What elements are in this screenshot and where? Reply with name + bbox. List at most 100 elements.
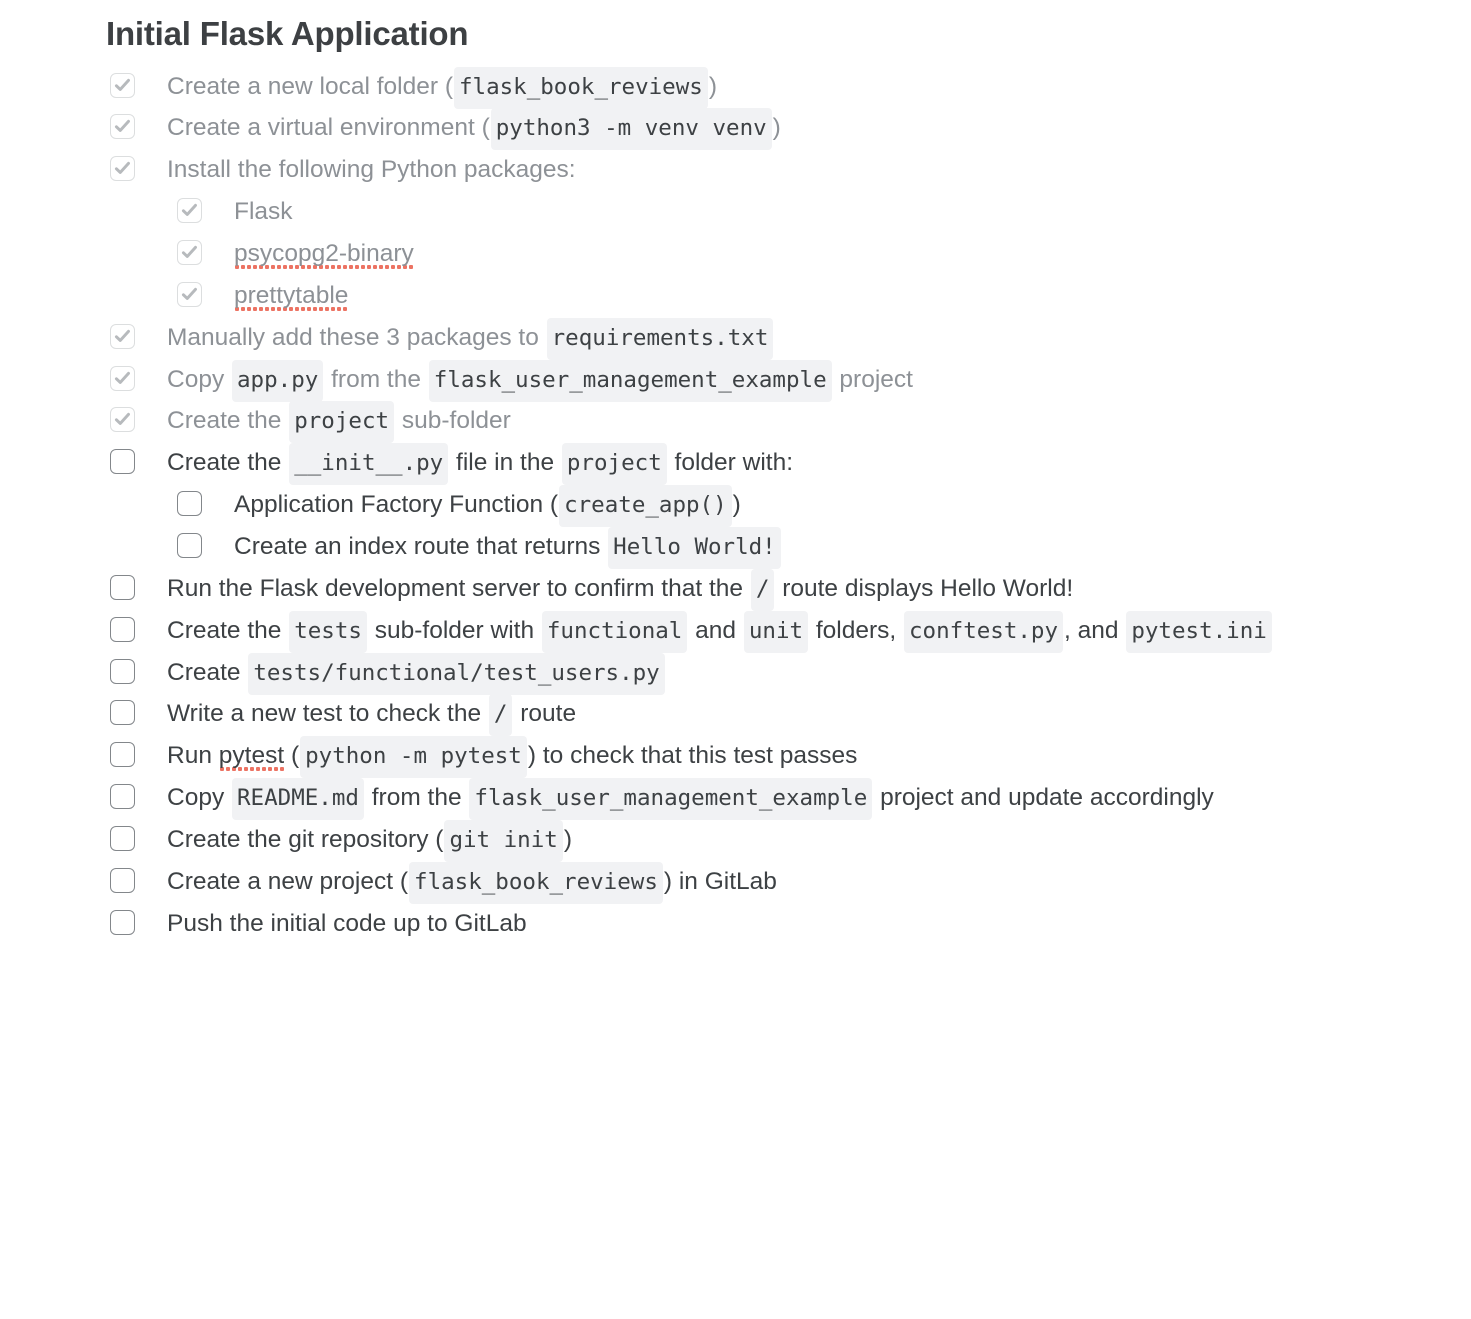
- task-text: Application Factory Function (: [234, 491, 559, 519]
- task-label: Create a new local folder (flask_book_re…: [167, 66, 717, 109]
- task-text: , and: [1064, 616, 1126, 644]
- checkbox-checked[interactable]: [177, 198, 202, 224]
- checkbox-checked[interactable]: [110, 114, 135, 140]
- checkbox-unchecked[interactable]: [110, 909, 135, 935]
- inline-code: Hello World!: [608, 527, 781, 570]
- checkbox-checked[interactable]: [110, 156, 135, 182]
- inline-code: /: [488, 694, 513, 737]
- inline-code: tests/functional/test_users.py: [248, 652, 665, 695]
- checkbox-checked[interactable]: [177, 281, 202, 307]
- inline-code: create_app(): [559, 485, 732, 528]
- task-text: Create a virtual environment (: [167, 114, 490, 142]
- task-text: route displays Hello World!: [775, 574, 1074, 602]
- checkbox-checked[interactable]: [110, 407, 135, 433]
- task-item-package-psycopg2-binary[interactable]: psycopg2-binary: [167, 239, 1411, 271]
- task-text: Copy: [167, 784, 232, 812]
- task-label: Run the Flask development server to conf…: [167, 568, 1074, 611]
- task-text: Push the initial code up to GitLab: [167, 909, 527, 937]
- task-text: (: [284, 742, 300, 770]
- inline-code: flask_user_management_example: [469, 778, 873, 821]
- inline-code: functional: [541, 610, 688, 653]
- task-item-create-virtual-environment[interactable]: Create a virtual environment (python3 -m…: [104, 108, 1411, 151]
- task-text: Create the: [167, 449, 289, 477]
- checkbox-checked[interactable]: [177, 240, 202, 266]
- inline-code: README.md: [232, 778, 364, 821]
- inline-code: unit: [743, 610, 809, 653]
- task-label: Install the following Python packages:: [167, 156, 576, 183]
- task-item-create-index-route[interactable]: Create an index route that returns Hello…: [167, 527, 1411, 570]
- task-item-create-tests-subfolder[interactable]: Create the tests sub-folder with functio…: [104, 610, 1411, 653]
- task-item-add-packages-to-requirements[interactable]: Manually add these 3 packages to require…: [104, 317, 1411, 360]
- inline-code: flask_book_reviews: [453, 66, 708, 109]
- task-label: Manually add these 3 packages to require…: [167, 317, 774, 360]
- checkbox-checked[interactable]: [110, 365, 135, 391]
- check-icon: [114, 78, 130, 91]
- task-item-create-gitlab-project[interactable]: Create a new project (flask_book_reviews…: [104, 861, 1411, 904]
- checkbox-unchecked[interactable]: [110, 867, 135, 893]
- task-text: Create the git repository (: [167, 826, 444, 854]
- task-text: sub-folder: [395, 407, 511, 435]
- task-item-create-test-users-file[interactable]: Create tests/functional/test_users.py: [104, 652, 1411, 695]
- checkbox-unchecked[interactable]: [110, 449, 135, 475]
- task-text: Create the: [167, 616, 289, 644]
- check-icon: [181, 287, 197, 300]
- task-item-application-factory-function[interactable]: Application Factory Function (create_app…: [167, 485, 1411, 528]
- task-item-write-new-test-root-route[interactable]: Write a new test to check the / route: [104, 694, 1411, 737]
- task-label: Run pytest (python -m pytest) to check t…: [167, 736, 857, 779]
- task-item-package-prettytable[interactable]: prettytable: [167, 281, 1411, 312]
- task-item-push-initial-code[interactable]: Push the initial code up to GitLab: [104, 909, 1411, 940]
- task-text: folders,: [809, 616, 904, 644]
- check-icon: [181, 245, 197, 258]
- inline-code: conftest.py: [904, 610, 1064, 653]
- task-text: Create a new local folder (: [167, 72, 453, 100]
- task-item-run-flask-dev-server[interactable]: Run the Flask development server to conf…: [104, 568, 1411, 611]
- inline-code: __init__.py: [289, 443, 449, 486]
- task-label: psycopg2-binary: [234, 240, 414, 271]
- task-item-run-pytest[interactable]: Run pytest (python -m pytest) to check t…: [104, 736, 1411, 779]
- misspelled-word: psycopg2-binary: [234, 240, 414, 271]
- task-label: Create tests/functional/test_users.py: [167, 652, 666, 695]
- task-label: Application Factory Function (create_app…: [234, 485, 741, 528]
- task-item-create-local-folder[interactable]: Create a new local folder (flask_book_re…: [104, 66, 1411, 109]
- task-item-create-init-file[interactable]: Create the __init__.py file in the proje…: [104, 443, 1411, 486]
- checkbox-unchecked[interactable]: [110, 784, 135, 810]
- task-label: prettytable: [234, 281, 349, 312]
- task-item-create-project-subfolder[interactable]: Create the project sub-folder: [104, 401, 1411, 444]
- inline-code: flask_user_management_example: [428, 359, 832, 402]
- task-label: Write a new test to check the / route: [167, 694, 576, 737]
- misspelled-word: prettytable: [234, 281, 349, 312]
- task-label: Create a new project (flask_book_reviews…: [167, 861, 777, 904]
- task-label: Create the __init__.py file in the proje…: [167, 443, 794, 486]
- task-label: Copy app.py from the flask_user_manageme…: [167, 359, 913, 402]
- checkbox-unchecked[interactable]: [110, 742, 135, 768]
- checkbox-unchecked[interactable]: [110, 658, 135, 684]
- task-item-copy-app-py[interactable]: Copy app.py from the flask_user_manageme…: [104, 359, 1411, 402]
- checkbox-unchecked[interactable]: [110, 700, 135, 726]
- task-checklist: Create a new local folder (flask_book_re…: [104, 66, 1411, 940]
- task-text: Copy: [167, 365, 232, 393]
- inline-code: python3 -m venv venv: [490, 108, 772, 151]
- checkbox-unchecked[interactable]: [177, 491, 202, 517]
- checklist-document: Initial Flask Application Create a new l…: [0, 0, 1471, 940]
- task-text: file in the: [449, 449, 561, 477]
- task-label: Copy README.md from the flask_user_manag…: [167, 778, 1214, 821]
- task-item-package-flask[interactable]: Flask: [167, 197, 1411, 228]
- checkbox-unchecked[interactable]: [177, 533, 202, 559]
- inline-code: flask_book_reviews: [409, 861, 663, 904]
- task-item-copy-readme[interactable]: Copy README.md from the flask_user_manag…: [104, 778, 1411, 821]
- task-text: folder with:: [667, 449, 794, 477]
- page-title: Initial Flask Application: [106, 15, 469, 52]
- checkbox-checked[interactable]: [110, 323, 135, 349]
- task-text: ) in GitLab: [663, 867, 777, 895]
- task-text: Flask: [234, 198, 293, 226]
- checkbox-checked[interactable]: [110, 72, 135, 98]
- checkbox-unchecked[interactable]: [110, 826, 135, 852]
- task-label: Create the project sub-folder: [167, 401, 511, 444]
- checkbox-unchecked[interactable]: [110, 574, 135, 600]
- task-item-create-git-repository[interactable]: Create the git repository (git init): [104, 820, 1411, 863]
- check-icon: [181, 204, 197, 217]
- checkbox-unchecked[interactable]: [110, 616, 135, 642]
- inline-code: app.py: [232, 359, 324, 402]
- task-item-install-python-packages[interactable]: Install the following Python packages:: [104, 155, 1411, 186]
- task-text: sub-folder with: [367, 616, 541, 644]
